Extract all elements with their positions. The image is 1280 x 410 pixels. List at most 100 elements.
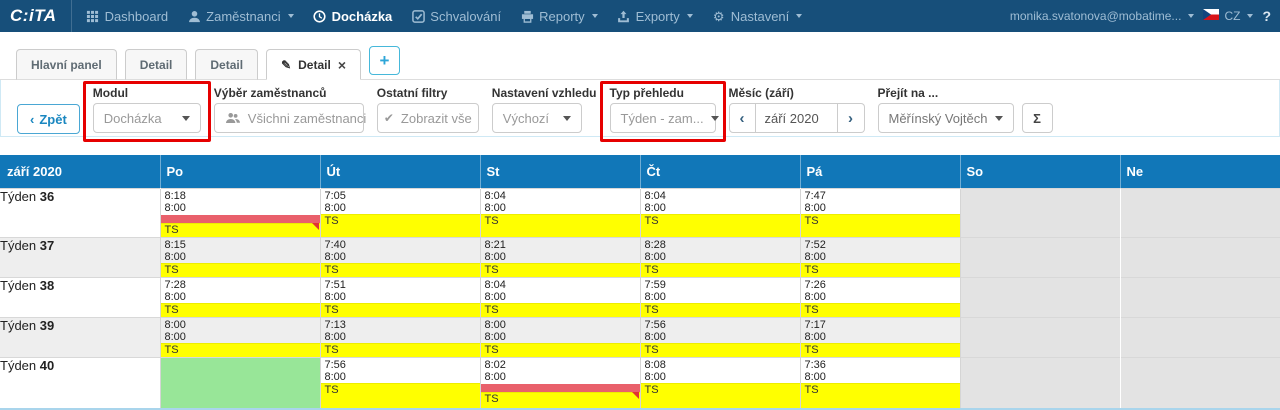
other-filters-label: Ostatní filtry	[377, 86, 479, 100]
shift-badge: TS	[801, 343, 960, 357]
users-icon	[225, 112, 241, 124]
shift-badge: TS	[801, 383, 960, 409]
day-cell[interactable]	[1120, 277, 1280, 317]
day-cell[interactable]: 7:518:00TS	[320, 277, 480, 317]
day-cell[interactable]	[1120, 357, 1280, 409]
tab-1[interactable]: Hlavní panel	[16, 49, 117, 80]
month-label: Měsíc (září)	[729, 86, 865, 100]
goto-employee-select[interactable]: Měřínský Vojtěch	[878, 103, 1014, 133]
nav-item-dashboard[interactable]: Dashboard	[86, 9, 169, 24]
annotation-box-typ-prehledu: Typ přehledu Týden - zam...	[600, 81, 726, 142]
back-button[interactable]: ‹ Zpět	[17, 104, 80, 134]
day-cell[interactable]: 7:568:00TS	[320, 357, 480, 409]
worked-time: 7:518:00	[321, 278, 480, 303]
month-column-header: září 2020	[0, 155, 160, 188]
nav-item-reporty[interactable]: Reporty	[520, 9, 598, 24]
day-cell[interactable]: 7:138:00TS	[320, 317, 480, 357]
day-cell[interactable]: 8:048:00TS	[640, 188, 800, 237]
day-cell[interactable]	[1120, 188, 1280, 237]
employee-select-label: Výběr zaměstnanců	[214, 86, 364, 100]
shift-badge: TS	[321, 214, 480, 237]
next-month-button[interactable]: ›	[838, 103, 865, 133]
nav-item-schvalovani[interactable]: Schvalování	[411, 9, 501, 24]
worked-time: 8:158:00	[161, 238, 320, 263]
day-cell[interactable]: 8:188:00TS	[160, 188, 320, 237]
modul-select[interactable]: Docházka	[93, 103, 201, 133]
day-cell[interactable]: 8:288:00TS	[640, 237, 800, 277]
day-cell[interactable]: 8:158:00TS	[160, 237, 320, 277]
worked-time: 7:568:00	[641, 318, 800, 343]
app-logo[interactable]: C:iTA	[8, 6, 71, 26]
nav-item-zamestnanci[interactable]: Zaměstnanci	[187, 9, 293, 24]
close-tab-icon[interactable]: ×	[338, 60, 346, 70]
day-cell[interactable]: 7:178:00TS	[800, 317, 960, 357]
day-column-header: So	[960, 155, 1120, 188]
top-navbar: C:iTA Dashboard Zaměstnanci Docházka Schval…	[0, 0, 1280, 32]
day-cell[interactable]	[1120, 237, 1280, 277]
help-button[interactable]: ?	[1262, 8, 1272, 24]
nav-item-dochazka[interactable]: Docházka	[313, 9, 393, 24]
day-cell[interactable]	[960, 317, 1120, 357]
add-tab-button[interactable]: +	[369, 46, 400, 75]
previous-month-button[interactable]: ‹	[729, 103, 756, 133]
chevron-down-icon	[288, 14, 294, 18]
employee-select-button[interactable]: Všichni zaměstnanci	[214, 103, 364, 133]
day-cell[interactable]	[960, 357, 1120, 409]
language-code: CZ	[1224, 9, 1240, 23]
day-cell[interactable]	[960, 237, 1120, 277]
view-type-select[interactable]: Týden - zam...	[610, 103, 716, 133]
worked-time: 7:288:00	[161, 278, 320, 303]
worked-time: 7:478:00	[801, 189, 960, 214]
day-cell[interactable]: 8:008:00TS	[480, 317, 640, 357]
tabs: Hlavní panelDetailDetail✎Detail×	[16, 49, 361, 79]
appearance-group: Nastavení vzhledu Výchozí	[492, 86, 597, 133]
day-cell[interactable]: 8:008:00TS	[160, 317, 320, 357]
worked-time: 7:528:00	[801, 238, 960, 263]
chevron-down-icon	[711, 116, 719, 121]
nav-item-exporty[interactable]: Exporty	[617, 9, 693, 24]
day-cell[interactable]	[960, 188, 1120, 237]
nav-item-label: Exporty	[636, 9, 680, 24]
day-cell[interactable]: 7:368:00TS	[800, 357, 960, 409]
appearance-select[interactable]: Výchozí	[492, 103, 582, 133]
day-cell[interactable]: 7:478:00TS	[800, 188, 960, 237]
tab-4[interactable]: ✎Detail×	[266, 49, 361, 80]
month-input[interactable]: září 2020	[756, 103, 838, 133]
tab-label: Detail	[298, 58, 331, 72]
shift-badge: TS	[641, 383, 800, 409]
sum-button[interactable]: Σ	[1022, 103, 1053, 133]
tab-2[interactable]: Detail	[125, 49, 188, 80]
day-cell[interactable]: 8:218:00TS	[480, 237, 640, 277]
day-cell[interactable]: 8:088:00TS	[640, 357, 800, 409]
day-cell[interactable]: 8:048:00TS	[480, 277, 640, 317]
chevron-down-icon	[1247, 14, 1253, 18]
day-cell[interactable]: 7:268:00TS	[800, 277, 960, 317]
employee-select-value: Všichni zaměstnanci	[248, 111, 367, 126]
day-cell[interactable]: 8:028:00TS	[480, 357, 640, 409]
day-cell[interactable]	[160, 357, 320, 409]
nav-item-nastaveni[interactable]: ⚙Nastavení	[712, 9, 803, 24]
week-label: Týden 37	[0, 237, 160, 277]
day-cell[interactable]: 7:058:00TS	[320, 188, 480, 237]
nav-item-label: Zaměstnanci	[206, 9, 280, 24]
shift-badge: TS	[801, 263, 960, 277]
day-cell[interactable]: 7:568:00TS	[640, 317, 800, 357]
user-menu[interactable]: monika.svatonova@mobatime...	[1010, 9, 1195, 23]
back-button-label: Zpět	[39, 112, 66, 127]
day-cell[interactable]	[1120, 317, 1280, 357]
day-cell[interactable]: 7:288:00TS	[160, 277, 320, 317]
day-cell[interactable]: 7:408:00TS	[320, 237, 480, 277]
tab-3[interactable]: Detail	[195, 49, 258, 80]
show-all-button[interactable]: ✔ Zobrazit vše	[377, 103, 479, 133]
day-cell[interactable]	[960, 277, 1120, 317]
day-cell[interactable]: 7:598:00TS	[640, 277, 800, 317]
day-cell[interactable]: 7:528:00TS	[800, 237, 960, 277]
goto-employee-value: Měřínský Vojtěch	[889, 111, 988, 126]
tab-bar: Hlavní panelDetailDetail✎Detail× +	[0, 32, 1280, 80]
language-menu[interactable]: CZ	[1203, 9, 1253, 23]
clock-icon	[313, 9, 327, 23]
goto-group: Přejít na ... Měřínský Vojtěch Σ	[878, 86, 1053, 133]
week-label: Týden 39	[0, 317, 160, 357]
day-cell[interactable]: 8:048:00TS	[480, 188, 640, 237]
annotation-box-modul: Modul Docházka	[83, 81, 211, 142]
